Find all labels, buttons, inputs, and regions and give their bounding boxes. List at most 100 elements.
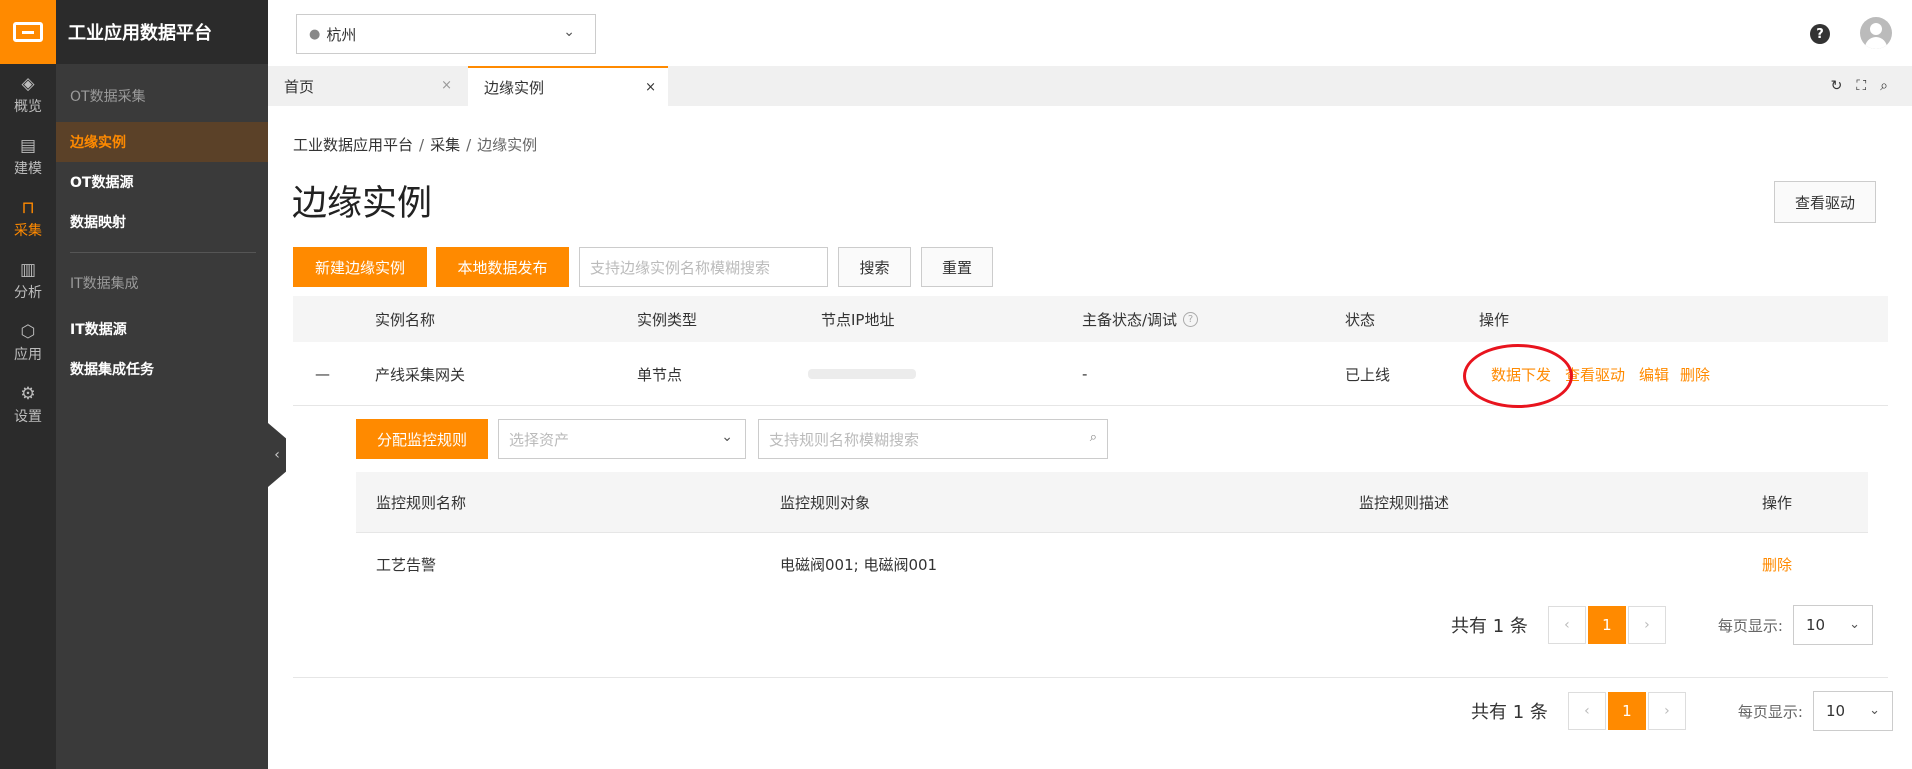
view-driver-link[interactable]: 查看驱动 (1565, 342, 1625, 406)
avatar[interactable] (1860, 17, 1892, 49)
col-rule-desc: 监控规则描述 (1359, 493, 1450, 512)
rule-total-count: 共有 1 条 (1451, 616, 1528, 637)
rail-item-analysis[interactable]: ▥ 分析 (0, 250, 56, 312)
view-driver-button[interactable]: 查看驱动 (1774, 181, 1876, 223)
chevron-left-icon: ‹ (274, 447, 280, 463)
instance-pagination: 共有 1 条 ‹ 1 › 每页显示: 10 ⌄ (1471, 691, 1893, 731)
top-bar: ● 杭州 ⌄ ? (268, 0, 1912, 66)
current-page[interactable]: 1 (1607, 692, 1646, 730)
location-pin-icon: ● (309, 26, 321, 42)
close-icon[interactable]: × (441, 78, 452, 93)
search-button[interactable]: 搜索 (838, 247, 911, 287)
breadcrumb-current: 边缘实例 (477, 136, 538, 154)
edit-link[interactable]: 编辑 (1639, 342, 1669, 406)
gear-icon: ⚙ (20, 383, 36, 404)
sidebar-item-it-source[interactable]: IT数据源 (56, 309, 268, 349)
prev-page-button[interactable]: ‹ (1567, 692, 1606, 730)
page-title: 边缘实例 (292, 184, 433, 224)
collapse-row-toggle[interactable]: — (315, 342, 330, 406)
table-header: 实例名称 实例类型 节点IP地址 主备状态/调试 ? 状态 操作 (293, 296, 1888, 342)
delete-link[interactable]: 删除 (1680, 342, 1710, 406)
prev-page-button[interactable]: ‹ (1547, 606, 1586, 644)
breadcrumb: 工业数据应用平台 / 采集 / 边缘实例 (293, 136, 538, 154)
breadcrumb-root[interactable]: 工业数据应用平台 (293, 136, 413, 154)
reset-button[interactable]: 重置 (921, 247, 993, 287)
fullscreen-icon[interactable]: ⛶ (1856, 78, 1866, 94)
col-actions: 操作 (1479, 310, 1510, 329)
icon-rail: ◈ 概览 ▤ 建模 ⊓ 采集 ▥ 分析 ⬡ 应用 ⚙ 设置 (0, 0, 56, 769)
chevron-right-icon: › (1664, 703, 1670, 719)
next-page-button[interactable]: › (1647, 692, 1686, 730)
close-icon[interactable]: × (645, 80, 656, 95)
col-status: 状态 (1345, 310, 1376, 329)
next-page-button[interactable]: › (1627, 606, 1666, 644)
per-page-select[interactable]: 10 ⌄ (1792, 605, 1873, 645)
tabs-bar: 首页 × 边缘实例 × ↻ ⛶ ⌕ (268, 66, 1912, 106)
cell-rule-object: 电磁阀001; 电磁阀001 (780, 555, 938, 574)
sidebar-item-ot-source[interactable]: OT数据源 (56, 162, 268, 202)
rule-table-header: 监控规则名称 监控规则对象 监控规则描述 操作 (356, 472, 1868, 532)
per-page-label: 每页显示: (1717, 616, 1783, 635)
col-ip: 节点IP地址 (821, 310, 895, 329)
highlight-ring-annotation (1463, 344, 1573, 408)
refresh-icon[interactable]: ↻ (1831, 78, 1843, 94)
per-page-label: 每页显示: (1737, 702, 1803, 721)
search-icon[interactable]: ⌕ (1880, 78, 1888, 94)
rule-pagination: 共有 1 条 ‹ 1 › 每页显示: 10 ⌄ (1451, 605, 1873, 645)
chevron-down-icon: ⌄ (563, 24, 575, 40)
cell-status: 已上线 (1345, 365, 1391, 384)
col-rule-name: 监控规则名称 (376, 493, 467, 512)
chevron-left-icon: ‹ (1584, 703, 1590, 719)
sidebar-item-integration-task[interactable]: 数据集成任务 (56, 349, 268, 389)
rail-item-settings[interactable]: ⚙ 设置 (0, 374, 56, 436)
assign-rule-button[interactable]: 分配监控规则 (356, 419, 488, 459)
col-name: 实例名称 (375, 310, 436, 329)
rule-search-input[interactable]: 支持规则名称模糊搜索 ⌕ (758, 419, 1108, 459)
tab-home[interactable]: 首页 × (268, 66, 464, 106)
cell-type: 单节点 (637, 365, 683, 384)
layers-icon: ◈ (21, 73, 35, 94)
city-select[interactable]: ● 杭州 ⌄ (296, 14, 596, 54)
rule-delete-link[interactable]: 删除 (1762, 533, 1792, 595)
new-instance-button[interactable]: 新建边缘实例 (293, 247, 427, 287)
table-row: — 产线采集网关 单节点 - 已上线 数据下发 查看驱动 编辑 删除 (293, 342, 1888, 406)
sidebar: 工业应用数据平台 OT数据采集 边缘实例 OT数据源 数据映射 IT数据集成 I… (56, 0, 268, 769)
tab-tools: ↻ ⛶ ⌕ (1831, 78, 1888, 94)
rail-item-collect[interactable]: ⊓ 采集 (0, 188, 56, 250)
sidebar-collapse-handle[interactable]: ‹ (268, 423, 286, 487)
collect-icon: ⊓ (21, 197, 35, 218)
col-ha: 主备状态/调试 ? (1082, 296, 1199, 342)
publish-local-button[interactable]: 本地数据发布 (436, 247, 569, 287)
brand-logo[interactable] (0, 0, 56, 64)
col-rule-object: 监控规则对象 (780, 493, 871, 512)
sidebar-item-data-mapping[interactable]: 数据映射 (56, 202, 268, 242)
brand-title: 工业应用数据平台 (56, 0, 268, 64)
breadcrumb-mid[interactable]: 采集 (430, 136, 460, 154)
chevron-right-icon: › (1644, 617, 1650, 633)
help-icon[interactable]: ? (1810, 24, 1830, 44)
sidebar-group-ot: OT数据采集 (70, 89, 146, 105)
per-page-select[interactable]: 10 ⌄ (1812, 691, 1893, 731)
rail-item-apps[interactable]: ⬡ 应用 (0, 312, 56, 374)
chevron-down-icon: ⌄ (721, 429, 733, 445)
cube-icon: ⬡ (20, 321, 36, 342)
col-rule-actions: 操作 (1762, 493, 1793, 512)
rail-item-overview[interactable]: ◈ 概览 (0, 64, 56, 126)
sidebar-group-it: IT数据集成 (70, 276, 139, 292)
asset-select[interactable]: 选择资产 ⌄ (498, 419, 746, 459)
current-page[interactable]: 1 (1587, 606, 1626, 644)
help-circle-icon[interactable]: ? (1183, 311, 1199, 327)
instance-total-count: 共有 1 条 (1471, 702, 1548, 723)
instance-search-input[interactable]: 支持边缘实例名称模糊搜索 (579, 247, 828, 287)
search-icon[interactable]: ⌕ (1090, 430, 1097, 445)
chevron-left-icon: ‹ (1564, 617, 1570, 633)
chevron-down-icon: ⌄ (1849, 617, 1860, 632)
model-icon: ▤ (19, 135, 37, 156)
rail-item-modeling[interactable]: ▤ 建模 (0, 126, 56, 188)
chart-icon: ▥ (19, 259, 37, 280)
sidebar-item-edge-instance[interactable]: 边缘实例 (56, 122, 268, 162)
cell-ha: - (1082, 365, 1088, 383)
ip-redacted-blur (808, 369, 916, 379)
tab-edge-instance[interactable]: 边缘实例 × (468, 66, 668, 106)
cell-rule-name: 工艺告警 (376, 555, 437, 574)
